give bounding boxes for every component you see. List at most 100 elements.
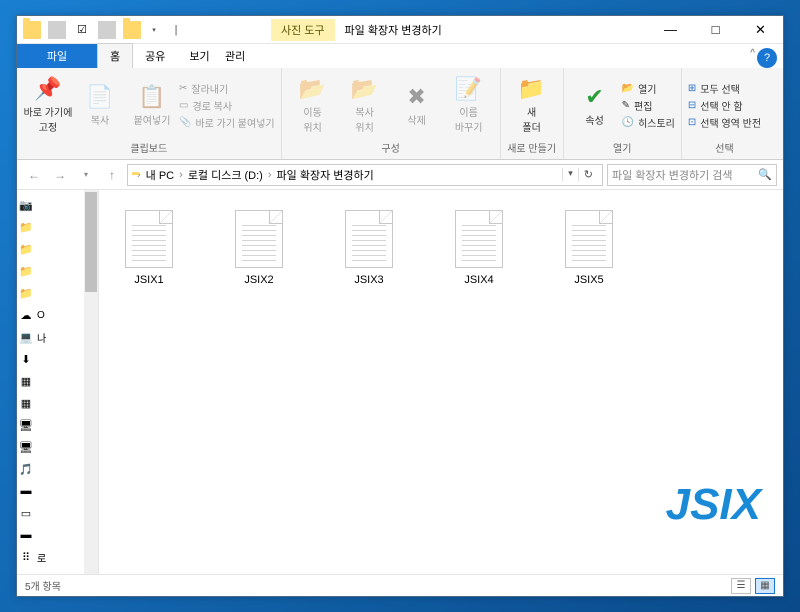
group-label: 클립보드 xyxy=(23,140,275,157)
copy-icon: 📄 xyxy=(86,84,113,110)
group-label: 구성 xyxy=(288,140,494,157)
group-clipboard: 📌바로 가기에 고정 📄복사 📋붙여넣기 ✂잘라내기 ▭경로 복사 📎바로 가기… xyxy=(17,68,282,159)
forward-button[interactable]: → xyxy=(49,164,71,186)
move-to-button[interactable]: 📂이동 위치 xyxy=(288,71,338,139)
scissors-icon: ✂ xyxy=(179,83,187,94)
nav-item-icon: ☁ xyxy=(19,308,33,322)
tab-file[interactable]: 파일 xyxy=(17,44,97,68)
ribbon: 📌바로 가기에 고정 📄복사 📋붙여넣기 ✂잘라내기 ▭경로 복사 📎바로 가기… xyxy=(17,68,783,160)
tab-home[interactable]: 홈 xyxy=(97,43,133,68)
copy-path-button[interactable]: ▭경로 복사 xyxy=(179,98,275,113)
nav-item-label: O xyxy=(37,310,45,321)
search-icon[interactable]: 🔍 xyxy=(758,168,772,181)
copy-to-icon: 📂 xyxy=(351,76,378,102)
group-label: 새로 만들기 xyxy=(507,140,557,157)
back-button[interactable]: ← xyxy=(23,164,45,186)
paste-shortcut-button[interactable]: 📎바로 가기 붙여넣기 xyxy=(179,115,275,130)
minimize-button[interactable]: — xyxy=(648,16,693,44)
explorer-window: ☑ ▾ | 사진 도구 파일 확장자 변경하기 — □ ✕ 파일 홈 공유 보기… xyxy=(16,15,784,597)
scrollbar-thumb[interactable] xyxy=(85,192,97,292)
edit-button[interactable]: ✎편집 xyxy=(622,98,675,113)
history-button[interactable]: 🕓히스토리 xyxy=(622,115,675,130)
ribbon-collapse-icon[interactable]: ^ xyxy=(750,48,755,59)
select-none-icon: ⊟ xyxy=(688,100,696,111)
scrollbar[interactable] xyxy=(84,190,98,574)
up-button[interactable]: ↑ xyxy=(101,164,123,186)
select-none-button[interactable]: ⊟선택 안 함 xyxy=(688,98,761,113)
file-item[interactable]: JSIX2 xyxy=(219,210,299,286)
help-icon[interactable]: ? xyxy=(757,48,777,68)
rename-icon: 📝 xyxy=(455,76,482,102)
open-button[interactable]: 📂열기 xyxy=(622,81,675,96)
chevron-icon[interactable]: › xyxy=(179,169,183,181)
delete-button[interactable]: ✖삭제 xyxy=(392,71,442,139)
file-list[interactable]: JSIX1JSIX2JSIX3JSIX4JSIX5 JSIX xyxy=(99,190,783,574)
file-item[interactable]: JSIX1 xyxy=(109,210,189,286)
item-count: 5개 항목 xyxy=(25,578,61,593)
crumb-folder[interactable]: 파일 확장자 변경하기 xyxy=(277,167,374,183)
file-item[interactable]: JSIX4 xyxy=(439,210,519,286)
chevron-icon[interactable]: › xyxy=(268,169,272,181)
status-bar: 5개 항목 ☰ ▦ xyxy=(17,574,783,596)
dropdown-icon[interactable]: ▾ xyxy=(562,168,578,181)
icons-view-button[interactable]: ▦ xyxy=(755,578,775,594)
nav-item-icon: 🖥 xyxy=(19,440,33,454)
breadcrumb[interactable]: › 내 PC › 로컬 디스크 (D:) › 파일 확장자 변경하기 ▾ ↻ xyxy=(127,164,603,186)
content-area: 📷📁📁📁📁☁O💻나⬇▦▦🖥🖥🎵▬▭▬⠿로 JSIX1JSIX2JSIX3JSIX… xyxy=(17,190,783,574)
nav-item-icon: ▦ xyxy=(19,374,33,388)
address-bar: ← → ▾ ↑ › 내 PC › 로컬 디스크 (D:) › 파일 확장자 변경… xyxy=(17,160,783,190)
navigation-pane[interactable]: 📷📁📁📁📁☁O💻나⬇▦▦🖥🖥🎵▬▭▬⠿로 xyxy=(17,190,99,574)
new-folder-button[interactable]: 📁새 폴더 xyxy=(507,71,557,139)
qat-path: | xyxy=(167,21,185,39)
file-item[interactable]: JSIX5 xyxy=(549,210,629,286)
group-organize: 📂이동 위치 📂복사 위치 ✖삭제 📝이름 바꾸기 구성 xyxy=(282,68,501,159)
close-button[interactable]: ✕ xyxy=(738,16,783,44)
crumb-root[interactable]: 내 PC xyxy=(146,167,174,183)
paste-button[interactable]: 📋붙여넣기 xyxy=(127,71,177,139)
group-label: 열기 xyxy=(570,140,675,157)
tab-manage[interactable]: 관리 xyxy=(213,44,257,68)
delete-icon: ✖ xyxy=(407,84,425,110)
select-all-icon: ⊞ xyxy=(688,83,696,94)
new-folder-icon: 📁 xyxy=(518,76,545,102)
group-new: 📁새 폴더 새로 만들기 xyxy=(501,68,564,159)
nav-item-icon: 📁 xyxy=(19,242,33,256)
tab-share[interactable]: 공유 xyxy=(133,44,177,68)
nav-item-label: 로 xyxy=(37,550,46,565)
copy-button[interactable]: 📄복사 xyxy=(75,71,125,139)
search-input[interactable]: 파일 확장자 변경하기 검색 🔍 xyxy=(607,164,777,186)
pin-button[interactable]: 📌바로 가기에 고정 xyxy=(23,71,73,139)
view-switcher: ☰ ▦ xyxy=(731,578,775,594)
details-view-button[interactable]: ☰ xyxy=(731,578,751,594)
chevron-icon[interactable]: › xyxy=(137,169,141,181)
invert-icon: ⊡ xyxy=(688,117,696,128)
ribbon-tabs: 파일 홈 공유 보기 관리 ^ ? xyxy=(17,44,783,68)
maximize-button[interactable]: □ xyxy=(693,16,738,44)
paste-icon: 📋 xyxy=(138,84,165,110)
divider xyxy=(98,21,116,39)
select-all-button[interactable]: ⊞모두 선택 xyxy=(688,81,761,96)
qat-dropdown-icon[interactable]: ▾ xyxy=(145,21,163,39)
invert-selection-button[interactable]: ⊡선택 영역 반전 xyxy=(688,115,761,130)
file-name: JSIX5 xyxy=(574,274,603,286)
copy-to-button[interactable]: 📂복사 위치 xyxy=(340,71,390,139)
document-icon xyxy=(125,210,173,268)
refresh-icon[interactable]: ↻ xyxy=(578,168,598,181)
rename-button[interactable]: 📝이름 바꾸기 xyxy=(444,71,494,139)
crumb-drive[interactable]: 로컬 디스크 (D:) xyxy=(188,167,263,183)
window-title: 파일 확장자 변경하기 xyxy=(345,22,442,38)
folder-icon[interactable] xyxy=(123,21,141,39)
check-icon[interactable]: ☑ xyxy=(73,21,91,39)
cut-button[interactable]: ✂잘라내기 xyxy=(179,81,275,96)
edit-icon: ✎ xyxy=(622,100,630,111)
nav-item-icon: 🎵 xyxy=(19,462,33,476)
contextual-tool-tab[interactable]: 사진 도구 xyxy=(271,19,335,41)
pin-icon: 📌 xyxy=(34,76,61,102)
file-name: JSIX1 xyxy=(134,274,163,286)
group-label: 선택 xyxy=(688,140,761,157)
shortcut-icon: 📎 xyxy=(179,117,191,128)
properties-button[interactable]: ✔속성 xyxy=(570,71,620,139)
recent-dropdown-icon[interactable]: ▾ xyxy=(75,164,97,186)
file-item[interactable]: JSIX3 xyxy=(329,210,409,286)
window-buttons: — □ ✕ xyxy=(648,16,783,44)
